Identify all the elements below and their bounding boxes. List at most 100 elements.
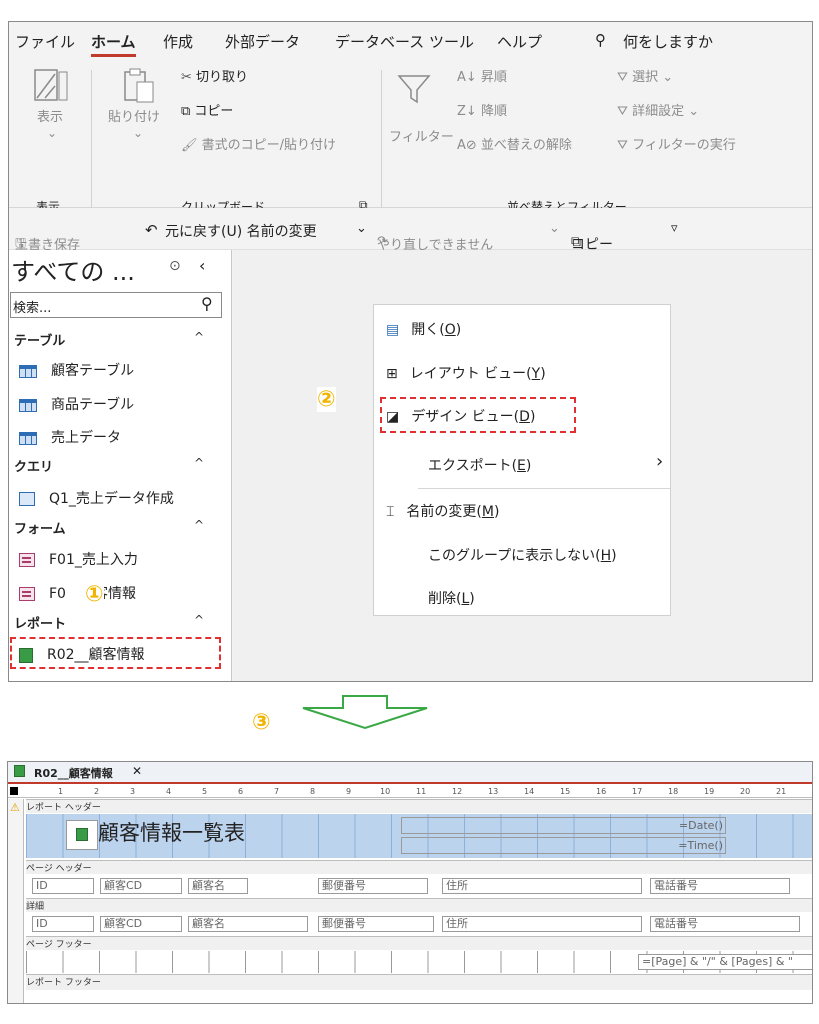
- filter-button-label[interactable]: フィルター: [389, 126, 454, 145]
- report-title-label[interactable]: 顧客情報一覧表: [98, 817, 245, 847]
- nav-item-product-table[interactable]: 商品テーブル: [19, 394, 134, 414]
- nav-pane-title[interactable]: すべての ...: [11, 252, 135, 287]
- menu-layout-view[interactable]: ⊞ レイアウト ビュー(Y): [386, 363, 546, 383]
- page-number-textbox[interactable]: =[Page] & "/" & [Pages] & ": [638, 954, 812, 970]
- menu-home[interactable]: ホーム: [91, 31, 136, 57]
- nav-item-sales-data[interactable]: 売上データ: [19, 427, 121, 447]
- nav-item-f0-form[interactable]: F0 客情報: [19, 583, 136, 603]
- menu-rename[interactable]: ⌶ 名前の変更(M): [386, 501, 499, 521]
- table-icon: [19, 364, 37, 378]
- nav-group-queries[interactable]: クエリ: [14, 456, 53, 475]
- vertical-ruler: ⚠: [8, 799, 24, 1003]
- field-phone[interactable]: 電話番号: [650, 916, 800, 932]
- date-textbox[interactable]: =Date(): [401, 817, 726, 834]
- paste-chevron-icon[interactable]: ⌄: [133, 126, 143, 140]
- quick-access-toolbar: 🖫 上書き保存 ↶ 元に戻す(U) 名前の変更 ⌄ ↷ やり直しできません ⌄ …: [9, 208, 812, 253]
- section-report-header[interactable]: レポート ヘッダー: [26, 799, 812, 813]
- nav-search-input[interactable]: 検索... ⚲: [10, 292, 222, 318]
- cut-button[interactable]: ✂ 切り取り: [181, 66, 248, 85]
- field-postal-code[interactable]: 郵便番号: [318, 916, 434, 932]
- clear-sort-button[interactable]: A⊘ 並べ替えの解除: [457, 134, 572, 153]
- redo-chevron-icon[interactable]: ⌄: [549, 221, 560, 236]
- report-logo-icon[interactable]: [66, 820, 98, 850]
- label-customer-cd[interactable]: 顧客CD: [100, 878, 182, 894]
- tell-me-box[interactable]: 何をしますか: [623, 31, 713, 52]
- horizontal-ruler: 1 2 3 4 5 6 7 8 9 10 11 12 13 14 15 16 1…: [8, 786, 812, 798]
- sort-descending-button[interactable]: Z↓ 降順: [457, 100, 507, 119]
- search-icon[interactable]: ⚲: [595, 31, 606, 49]
- nav-group-tables[interactable]: テーブル: [14, 330, 65, 349]
- view-button-label[interactable]: 表示: [37, 106, 63, 125]
- scissors-icon: ✂: [181, 70, 197, 85]
- sort-ascending-button[interactable]: A↓ 昇順: [457, 66, 507, 85]
- label-address[interactable]: 住所: [442, 878, 642, 894]
- nav-item-customer-table[interactable]: 顧客テーブル: [19, 360, 134, 380]
- chevron-up-icon[interactable]: ^: [194, 518, 204, 532]
- menu-create[interactable]: 作成: [163, 31, 193, 52]
- toggle-filter-button[interactable]: ⛛ フィルターの実行: [617, 134, 736, 153]
- sort-ascending-icon: A↓: [457, 70, 481, 85]
- label-phone[interactable]: 電話番号: [650, 878, 790, 894]
- menu-file[interactable]: ファイル: [15, 31, 75, 52]
- menu-open[interactable]: ▤ 開く(O): [386, 319, 461, 339]
- undo-button[interactable]: 元に戻す(U) 名前の変更: [165, 221, 317, 241]
- field-id[interactable]: ID: [32, 916, 94, 932]
- view-icon[interactable]: [31, 68, 71, 104]
- nav-menu-chevron-icon[interactable]: ⊙: [169, 258, 181, 274]
- nav-item-q1-query[interactable]: Q1_売上データ作成: [19, 488, 174, 508]
- paste-button-label[interactable]: 貼り付け: [108, 106, 160, 125]
- chevron-up-icon[interactable]: ^: [194, 456, 204, 470]
- ribbon-separator: [381, 70, 382, 210]
- menu-hide-in-group[interactable]: このグループに表示しない(H): [428, 545, 617, 565]
- menu-delete[interactable]: 削除(L): [428, 588, 475, 608]
- search-icon[interactable]: ⚲: [201, 294, 213, 313]
- chevron-up-icon[interactable]: ^: [194, 613, 204, 627]
- menu-help[interactable]: ヘルプ: [497, 31, 542, 52]
- report-selector[interactable]: [10, 787, 18, 795]
- nav-item-f01-form[interactable]: F01_売上入力: [19, 549, 138, 569]
- field-customer-name[interactable]: 顧客名: [188, 916, 308, 932]
- warning-icon[interactable]: ⚠: [10, 801, 20, 814]
- detail-band: ID 顧客CD 顧客名 郵便番号 住所 電話番号: [26, 913, 812, 935]
- selection-filter-icon: ⛛: [617, 70, 633, 85]
- advanced-filter-icon: ⛛: [617, 104, 633, 119]
- menu-external-data[interactable]: 外部データ: [225, 31, 300, 52]
- section-report-footer[interactable]: レポート フッター: [26, 974, 812, 990]
- undo-chevron-icon[interactable]: ⌄: [356, 221, 367, 236]
- label-customer-name[interactable]: 顧客名: [188, 878, 248, 894]
- report-header-band: 顧客情報一覧表 =Date() =Time(): [26, 814, 812, 858]
- undo-icon[interactable]: ↶: [145, 221, 158, 239]
- paste-icon[interactable]: [119, 68, 159, 104]
- close-tab-icon[interactable]: ✕: [132, 764, 142, 778]
- customize-qat-icon[interactable]: ▿: [671, 221, 678, 236]
- down-arrow-icon: [302, 695, 428, 730]
- form-icon: [19, 553, 35, 567]
- section-page-footer[interactable]: ページ フッター: [26, 936, 812, 950]
- menu-bar: ファイル ホーム 作成 外部データ データベース ツール ヘルプ ⚲ 何をします…: [9, 22, 812, 60]
- filter-icon[interactable]: [397, 72, 433, 106]
- section-detail[interactable]: 詳細: [26, 898, 812, 912]
- funnel-icon: ⛛: [617, 138, 633, 153]
- field-address[interactable]: 住所: [442, 916, 642, 932]
- nav-group-forms[interactable]: フォーム: [14, 518, 66, 537]
- format-painter-button[interactable]: 🖌 書式のコピー/貼り付け: [181, 134, 336, 153]
- report-design-window: R02__顧客情報 ✕ 1 2 3 4 5 6 7 8 9 10 11 12 1…: [7, 761, 813, 1004]
- nav-search-placeholder: 検索...: [13, 301, 52, 316]
- label-postal-code[interactable]: 郵便番号: [318, 878, 428, 894]
- submenu-arrow-icon: ›: [656, 451, 664, 472]
- nav-group-reports[interactable]: レポート: [14, 613, 66, 632]
- collapse-pane-icon[interactable]: ‹: [199, 256, 205, 275]
- menu-database-tools[interactable]: データベース ツール: [335, 31, 474, 52]
- chevron-up-icon[interactable]: ^: [194, 330, 204, 344]
- time-textbox[interactable]: =Time(): [401, 837, 726, 854]
- copy-button[interactable]: ⧉ コピー: [181, 100, 233, 119]
- menu-separator: [418, 488, 670, 489]
- selection-button[interactable]: ⛛ 選択 ⌄: [617, 66, 673, 85]
- label-id[interactable]: ID: [32, 878, 94, 894]
- view-chevron-icon[interactable]: ⌄: [47, 126, 57, 140]
- section-page-header[interactable]: ページ ヘッダー: [26, 860, 812, 874]
- advanced-filter-button[interactable]: ⛛ 詳細設定 ⌄: [617, 100, 699, 119]
- menu-export[interactable]: エクスポート(E): [428, 455, 531, 475]
- field-customer-cd[interactable]: 顧客CD: [100, 916, 182, 932]
- document-tab-title[interactable]: R02__顧客情報: [34, 765, 113, 781]
